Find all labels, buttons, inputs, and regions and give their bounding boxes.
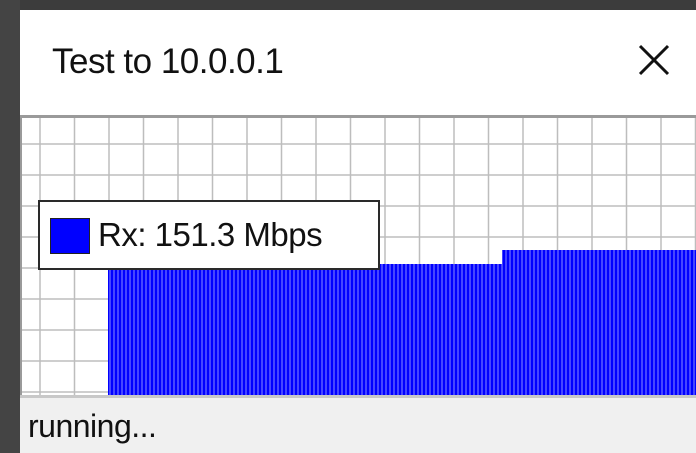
rx-color-swatch (50, 218, 90, 254)
status-text: running... (28, 408, 157, 444)
close-icon (638, 44, 670, 76)
screen-left-edge (0, 0, 20, 453)
test-window: Test to 10.0.0.1 Rx: 151.3 Mbps running.… (20, 10, 696, 453)
screen-top-edge (0, 0, 696, 10)
status-bar: running... (20, 395, 696, 453)
title-bar: Test to 10.0.0.1 (20, 10, 696, 115)
rx-traffic-area (502, 250, 696, 395)
window-title: Test to 10.0.0.1 (52, 42, 284, 81)
close-button[interactable] (632, 38, 676, 82)
graph-legend: Rx: 151.3 Mbps (38, 200, 380, 270)
rx-traffic-area (108, 368, 182, 395)
rx-legend-label: Rx: 151.3 Mbps (98, 216, 323, 253)
